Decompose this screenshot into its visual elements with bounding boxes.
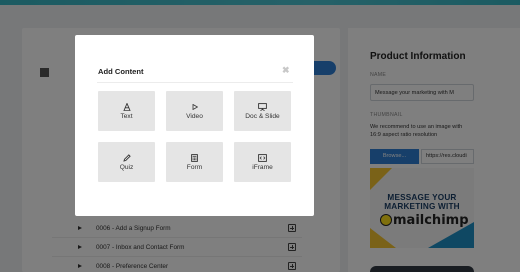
tile-label: Doc & Slide [245,112,280,120]
tile-label: Form [186,163,203,171]
tile-label: Video [186,112,203,120]
video-tile[interactable]: Video [166,91,223,131]
tile-label: Quiz [119,163,134,171]
tile-label: iFrame [252,163,273,171]
content-type-grid: Text Video Doc & Slide Quiz Form iFrame [98,91,291,182]
calculator-icon [191,153,198,162]
pencil-icon [122,153,131,162]
doc-slide-tile[interactable]: Doc & Slide [234,91,291,131]
quiz-tile[interactable]: Quiz [98,142,155,182]
embed-icon [258,153,267,162]
close-icon[interactable]: ✖ [282,65,290,76]
presentation-icon [258,102,267,111]
text-icon [123,102,131,111]
tile-label: Text [120,112,133,120]
divider [97,82,293,83]
add-content-modal: Add Content ✖ Text Video Doc & Slide Qui [75,35,314,216]
iframe-tile[interactable]: iFrame [234,142,291,182]
play-icon [192,103,198,111]
form-tile[interactable]: Form [166,142,223,182]
modal-title: Add Content [98,67,144,76]
text-tile[interactable]: Text [98,91,155,131]
